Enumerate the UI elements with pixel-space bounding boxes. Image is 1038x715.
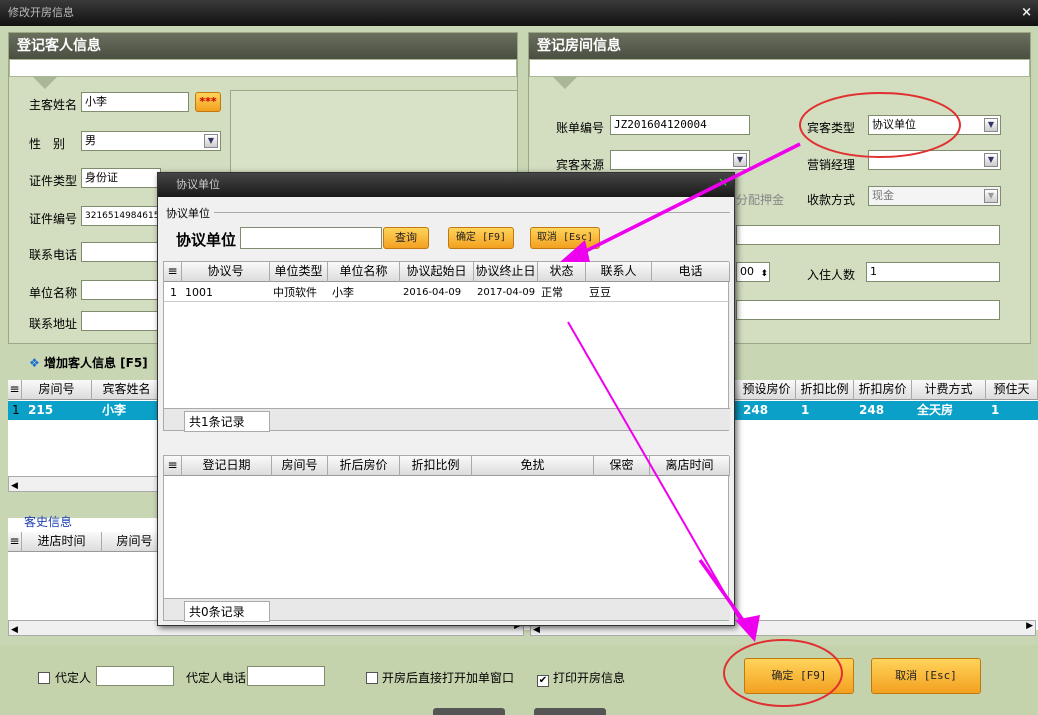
annotation-circle-guest-type [799, 92, 961, 158]
annotation-circle-confirm [723, 639, 843, 707]
annotation-arrow-line-2 [567, 321, 741, 621]
annotation-overlay [560, 92, 961, 707]
annotation-arrow-line-1 [575, 142, 801, 258]
annotation-arrowhead-1 [560, 240, 590, 262]
